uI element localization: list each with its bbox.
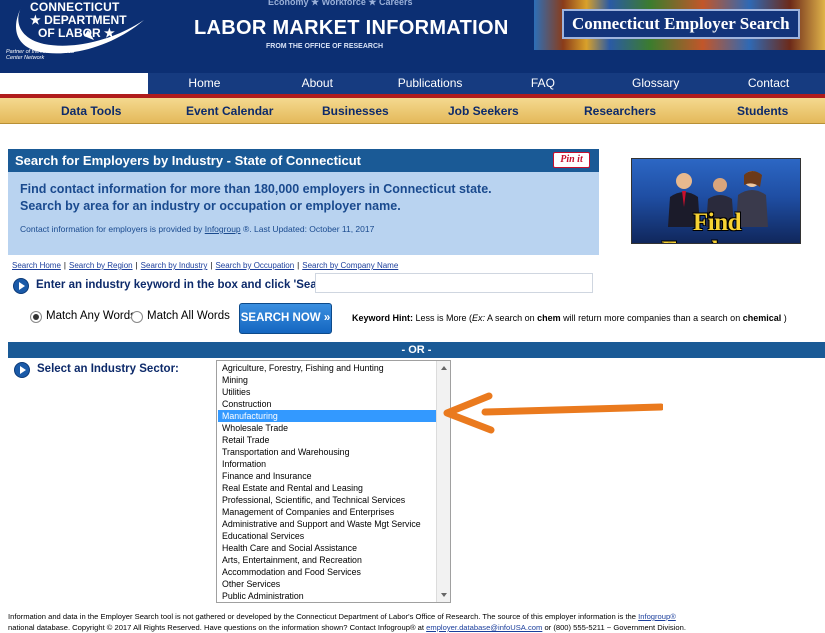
sector-option[interactable]: Wholesale Trade <box>218 422 436 434</box>
nav-publications[interactable]: Publications <box>374 73 487 94</box>
or-divider: - OR - <box>8 342 825 358</box>
subnav-job-seekers[interactable]: Job Seekers <box>448 104 519 118</box>
logo-text-of-labor: OF LABOR ★ <box>38 26 115 40</box>
link-search-by-industry[interactable]: Search by Industry <box>141 261 208 270</box>
page-title: Search for Employers by Industry - State… <box>15 153 362 168</box>
search-now-button[interactable]: SEARCH NOW » <box>239 303 332 334</box>
sector-option[interactable]: Public Administration <box>218 590 436 602</box>
subnav-businesses[interactable]: Businesses <box>322 104 389 118</box>
search-panel-body: Find contact information for more than 1… <box>8 172 599 255</box>
sector-option[interactable]: Other Services <box>218 578 436 590</box>
pinterest-pin-button[interactable]: Pin it <box>553 152 590 168</box>
find-employers-banner[interactable]: Find Employers <box>631 158 801 244</box>
link-search-home[interactable]: Search Home <box>12 261 61 270</box>
match-all-radio[interactable] <box>131 311 143 323</box>
scroll-down-arrow-icon[interactable] <box>441 593 447 597</box>
match-all-label: Match All Words <box>147 310 230 322</box>
sector-option[interactable]: Construction <box>218 398 436 410</box>
site-header: CONNECTICUT ★ DEPARTMENT OF LABOR ★ Part… <box>0 0 825 73</box>
footer-disclaimer: Information and data in the Employer Sea… <box>8 611 823 633</box>
panel-lead-line1: Find contact information for more than 1… <box>20 182 492 196</box>
find-employers-text: Find Employers <box>662 209 773 243</box>
orange-pointer-arrow-icon <box>443 392 663 434</box>
sector-option[interactable]: Real Estate and Rental and Leasing <box>218 482 436 494</box>
sector-option[interactable]: Health Care and Social Assistance <box>218 542 436 554</box>
logo-text-department: ★ DEPARTMENT <box>30 13 127 27</box>
sector-option[interactable]: Utilities <box>218 386 436 398</box>
sector-option[interactable]: Administrative and Support and Waste Mgt… <box>218 518 436 530</box>
industry-sector-label: Select an Industry Sector: <box>37 363 179 375</box>
sector-option[interactable]: Arts, Entertainment, and Recreation <box>218 554 436 566</box>
nav-faq[interactable]: FAQ <box>486 73 599 94</box>
arrow-circle-icon <box>14 362 30 378</box>
sector-option[interactable]: Agriculture, Forestry, Fishing and Hunti… <box>218 362 436 374</box>
keyword-prompt: Enter an industry keyword in the box and… <box>36 279 338 291</box>
sector-option[interactable]: Mining <box>218 374 436 386</box>
infogroup-link[interactable]: Infogroup <box>205 224 241 234</box>
panel-lead-line2: Search by area for an industry or occupa… <box>20 199 401 213</box>
sector-option[interactable]: Accommodation and Food Services <box>218 566 436 578</box>
nav-about[interactable]: About <box>261 73 374 94</box>
banner-title: Connecticut Employer Search <box>562 9 800 39</box>
sector-option[interactable]: Professional, Scientific, and Technical … <box>218 494 436 506</box>
keyword-input[interactable] <box>315 273 593 293</box>
search-links: Search Home | Search by Region | Search by I… <box>12 261 399 270</box>
match-any-radio[interactable] <box>30 311 42 323</box>
logo-text-connecticut: CONNECTICUT <box>30 0 120 14</box>
sector-option-selected[interactable]: Manufacturing <box>218 410 436 422</box>
sector-option[interactable]: Educational Services <box>218 530 436 542</box>
keyword-hint: Keyword Hint: Less is More (Ex: A search… <box>352 313 787 323</box>
nav-glossary[interactable]: Glossary <box>599 73 712 94</box>
footer-email-link[interactable]: employer.database@infoUSA.com <box>426 623 542 632</box>
link-search-by-company-name[interactable]: Search by Company Name <box>302 261 398 270</box>
panel-lead-text: Find contact information for more than 1… <box>20 181 580 215</box>
main-nav: Home About Publications FAQ Glossary Con… <box>148 73 825 94</box>
subnav-event-calendar[interactable]: Event Calendar <box>186 104 273 118</box>
logo-partner-text: Partner of the American Job Center Netwo… <box>6 49 75 61</box>
footer-line1: Information and data in the Employer Sea… <box>8 612 676 621</box>
sector-option[interactable]: Information <box>218 458 436 470</box>
sector-option[interactable]: Finance and Insurance <box>218 470 436 482</box>
sector-option[interactable]: Management of Companies and Enterprises <box>218 506 436 518</box>
sector-option[interactable]: Retail Trade <box>218 434 436 446</box>
link-search-by-region[interactable]: Search by Region <box>69 261 133 270</box>
ct-dol-logo[interactable]: CONNECTICUT ★ DEPARTMENT OF LABOR ★ Part… <box>4 0 154 70</box>
subnav-researchers[interactable]: Researchers <box>584 104 656 118</box>
note-prefix: Contact information for employers is pro… <box>20 224 205 234</box>
search-panel-header: Search for Employers by Industry - State… <box>8 149 599 172</box>
footer-infogroup-link[interactable]: Infogroup® <box>638 612 676 621</box>
sector-option[interactable]: Transportation and Warehousing <box>218 446 436 458</box>
employer-search-banner: Connecticut Employer Search <box>534 0 825 50</box>
site-subtitle: FROM THE OFFICE OF RESEARCH <box>266 43 384 50</box>
scroll-up-arrow-icon[interactable] <box>441 366 447 370</box>
site-title: LABOR MARKET INFORMATION <box>194 17 509 39</box>
link-search-by-occupation[interactable]: Search by Occupation <box>215 261 294 270</box>
nav-contact[interactable]: Contact <box>712 73 825 94</box>
note-suffix: ®. Last Updated: October 11, 2017 <box>240 224 375 234</box>
match-any-label: Match Any Words <box>46 310 136 322</box>
arrow-circle-icon <box>13 278 29 294</box>
panel-source-note: Contact information for employers is pro… <box>20 224 374 234</box>
hint-label: Keyword Hint: <box>352 313 414 323</box>
footer-line2: national database. Copyright © 2017 All … <box>8 623 686 632</box>
sub-nav: Data Tools Event Calendar Businesses Job… <box>0 98 825 124</box>
industry-sector-listbox[interactable]: Agriculture, Forestry, Fishing and Hunti… <box>216 360 451 603</box>
subnav-students[interactable]: Students <box>737 104 788 118</box>
subnav-data-tools[interactable]: Data Tools <box>61 104 121 118</box>
nav-home[interactable]: Home <box>148 73 261 94</box>
header-tagline: Economy ★ Workforce ★ Careers <box>268 0 413 7</box>
